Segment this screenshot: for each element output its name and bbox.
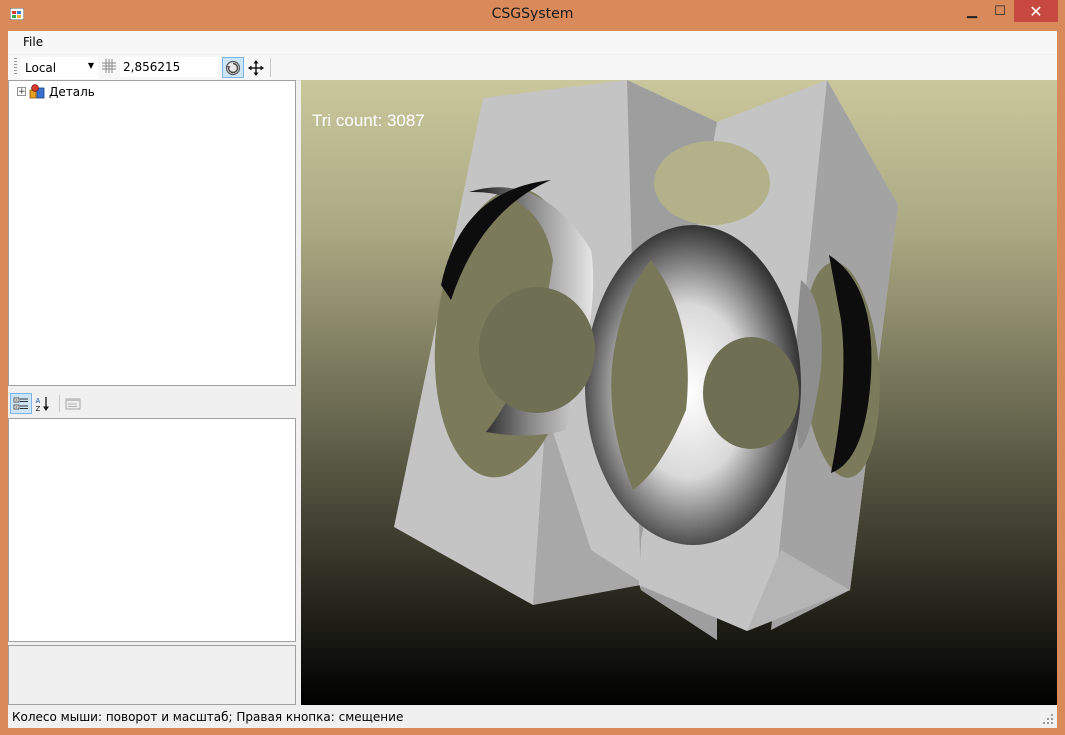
csg-model: [394, 80, 898, 640]
svg-text:A: A: [36, 397, 41, 405]
maximize-icon: ☐: [994, 3, 1006, 19]
svg-text:Z: Z: [36, 405, 41, 412]
tree-node-label: Деталь: [49, 84, 95, 99]
property-description-panel: [8, 645, 296, 705]
coordinate-space-value: Local: [25, 61, 57, 75]
toolbar-grip[interactable]: [14, 58, 17, 76]
part-icon: [29, 84, 45, 99]
categorized-icon: [13, 397, 28, 409]
close-icon: ✕: [1029, 1, 1043, 21]
toolbar-separator: [270, 58, 271, 77]
property-pages-icon: [65, 398, 81, 409]
application-window: CSGSystem ▁ ☐ ✕ File Local ▼ 2,856215 + …: [0, 0, 1065, 735]
window-title: CSGSystem: [491, 6, 574, 22]
chevron-down-icon: ▼: [87, 61, 94, 70]
status-hint: Колесо мыши: поворот и масштаб; Правая к…: [12, 710, 404, 724]
status-bar: Колесо мыши: поворот и масштаб; Правая к…: [8, 705, 1057, 728]
viewport-canvas[interactable]: [301, 80, 1057, 705]
client-area: File Local ▼ 2,856215 + Деталь A Z Tri c…: [8, 31, 1057, 728]
property-grid-toolbar: A Z: [8, 391, 296, 416]
scene-tree[interactable]: + Деталь: [8, 80, 296, 386]
rotate-mode-button[interactable]: [222, 57, 244, 78]
rotate-icon: [225, 60, 241, 75]
property-toolbar-separator: [59, 395, 60, 412]
property-pages-button[interactable]: [62, 393, 84, 414]
grid-icon: [102, 59, 116, 73]
categorized-button[interactable]: [10, 393, 32, 414]
move-mode-button[interactable]: [245, 57, 267, 78]
alphabetical-button[interactable]: A Z: [32, 393, 54, 414]
minimize-icon: ▁: [967, 3, 977, 19]
tree-node[interactable]: + Деталь: [17, 84, 95, 99]
grid-size-input[interactable]: [120, 57, 218, 77]
3d-viewport[interactable]: Tri count: 3087: [301, 80, 1057, 705]
tri-count-label: Tri count: 3087: [312, 111, 425, 130]
alphabetical-icon: A Z: [36, 396, 49, 412]
menu-file[interactable]: File: [15, 35, 51, 49]
move-icon: [248, 59, 264, 76]
property-grid[interactable]: [8, 418, 296, 642]
menu-bar: File: [8, 31, 1057, 54]
resize-grip-icon[interactable]: [1042, 713, 1054, 725]
maximize-button[interactable]: ☐: [986, 0, 1014, 22]
expand-icon[interactable]: +: [17, 87, 26, 97]
close-button[interactable]: ✕: [1014, 0, 1058, 22]
title-bar[interactable]: CSGSystem ▁ ☐ ✕: [0, 0, 1065, 30]
coordinate-space-dropdown[interactable]: Local ▼: [20, 57, 98, 79]
toolbar: Local ▼: [8, 55, 1057, 81]
minimize-button[interactable]: ▁: [958, 0, 986, 22]
